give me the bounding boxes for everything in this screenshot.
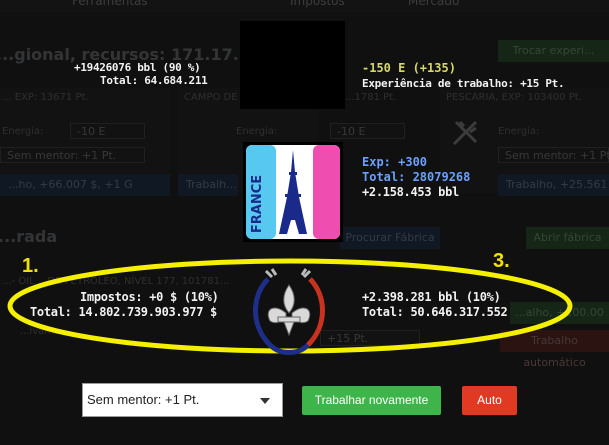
taxes-total: Total: 14.802.739.903.977 $ xyxy=(30,305,217,319)
trabalhar-novamente-button[interactable]: Trabalhar novamente xyxy=(302,386,441,415)
chevron-down-icon xyxy=(260,398,270,404)
taxes-gain: Impostos: +0 $ (10%) xyxy=(80,290,219,304)
fleur-de-lis-emblem-icon xyxy=(246,267,332,359)
auto-button[interactable]: Auto xyxy=(462,386,517,415)
mentor-select-value: Sem mentor: +1 Pt. xyxy=(87,392,200,407)
mentor-select[interactable]: Sem mentor: +1 Pt. xyxy=(82,383,283,417)
state-bbl-gain: +2.398.281 bbl (10%) xyxy=(362,290,501,304)
state-bbl-total: Total: 50.646.317.552 xyxy=(362,305,508,319)
highlight-ellipse xyxy=(7,258,573,354)
